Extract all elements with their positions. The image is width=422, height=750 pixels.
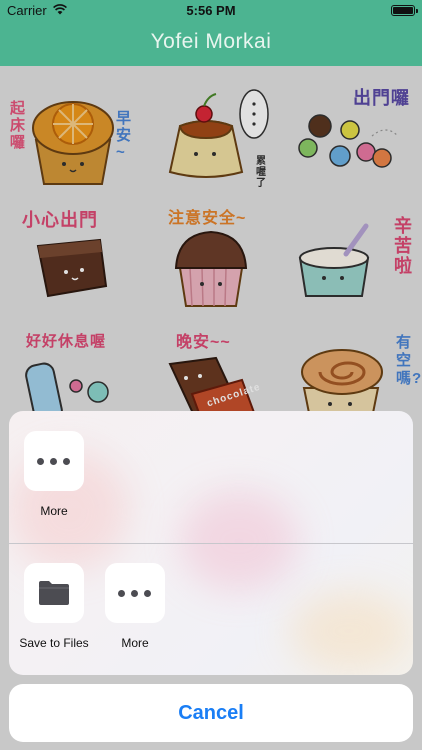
nav-bar: Yofei Morkai [0,22,422,66]
share-actions-row-1: More [9,411,413,543]
share-sheet: More Save to Files More [9,411,413,675]
action-label: More [40,504,68,518]
status-time: 5:56 PM [186,3,236,18]
folder-icon [39,581,69,605]
more-tile[interactable] [105,563,165,623]
action-label: More [121,636,149,650]
page-title: Yofei Morkai [150,30,272,53]
save-to-files-action[interactable]: Save to Files [14,563,94,650]
action-label: Save to Files [19,636,89,650]
more-action-2[interactable]: More [95,563,175,650]
share-actions-row-2: Save to Files More [9,544,413,675]
cancel-button[interactable]: Cancel [9,684,413,742]
battery-icon [391,5,418,16]
more-icon [37,458,71,465]
more-icon [118,590,152,597]
more-action[interactable]: More [14,431,94,518]
battery-level [393,7,413,14]
more-tile[interactable] [24,431,84,491]
status-bar: Carrier 5:56 PM [0,0,422,22]
save-to-files-tile[interactable] [24,563,84,623]
